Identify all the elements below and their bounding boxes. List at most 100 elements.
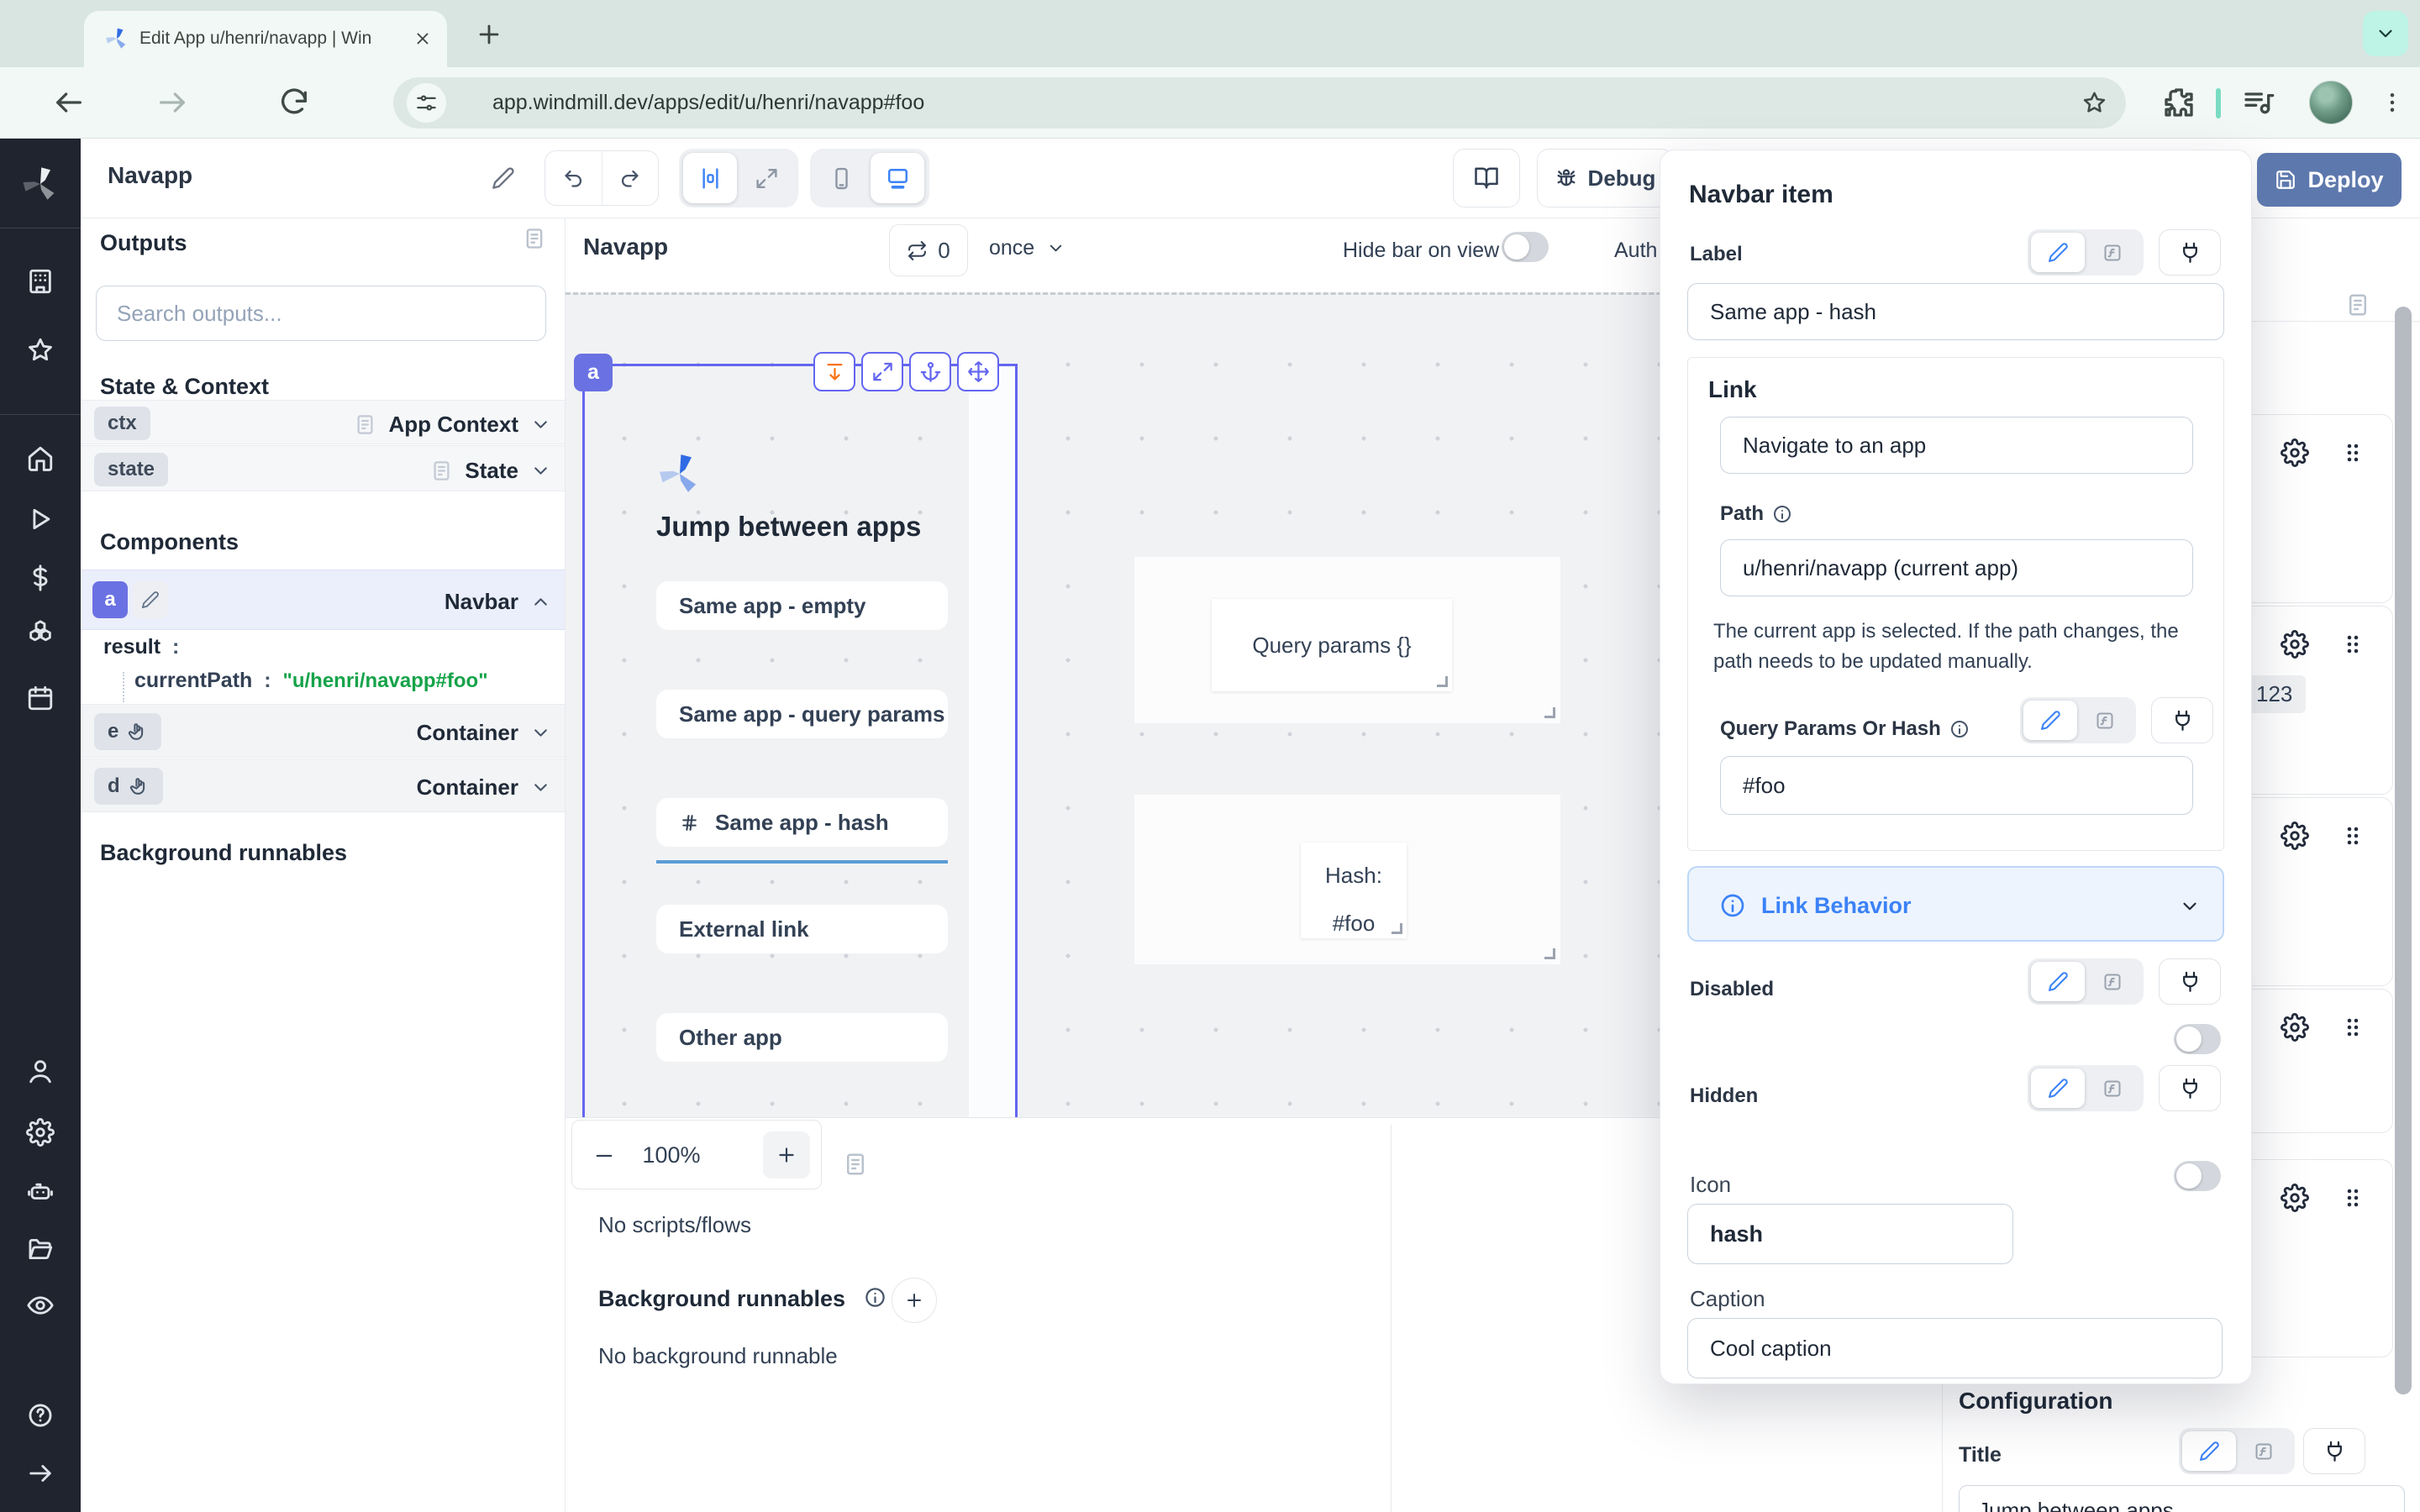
nav-item-2[interactable]: Same app - query params	[656, 690, 948, 738]
path-input[interactable]: u/henri/navapp (current app)	[1720, 539, 2193, 596]
undo-button[interactable]	[545, 151, 602, 205]
browser-menu-icon[interactable]	[2380, 86, 2405, 119]
address-bar[interactable]: app.windmill.dev/apps/edit/u/henri/navap…	[393, 77, 2126, 129]
chevron-down-icon[interactable]	[530, 460, 551, 481]
new-tab-button[interactable]	[475, 20, 503, 49]
link-behavior-collapsible[interactable]: Link Behavior	[1687, 866, 2224, 942]
resize-handle[interactable]	[1544, 707, 1555, 718]
panel-doc-icon[interactable]	[523, 227, 546, 250]
query-connect-button[interactable]	[2151, 697, 2213, 743]
navbar-component-row[interactable]: a Navbar	[81, 570, 565, 630]
container-d-row[interactable]: d Container	[81, 759, 565, 812]
ctx-badge[interactable]: ctx	[94, 407, 150, 440]
nav-item-5[interactable]: Other app	[656, 1013, 948, 1062]
reload-button[interactable]	[277, 86, 311, 119]
fullscreen-layout-button[interactable]	[739, 153, 793, 203]
nav-item-4[interactable]: External link	[656, 905, 948, 953]
expand-down-button[interactable]	[813, 352, 855, 391]
disabled-connect-button[interactable]	[2159, 958, 2221, 1005]
rail-item-eye[interactable]	[26, 1291, 55, 1320]
refresh-mode-select[interactable]: once	[989, 236, 1065, 260]
drag-handle-icon[interactable]	[2339, 1184, 2366, 1211]
selected-navbar-component[interactable]: Jump between apps Same app - emptySame a…	[582, 364, 1018, 1117]
runnables-doc-icon[interactable]	[843, 1152, 868, 1177]
query-params-text-box[interactable]: Query params {}	[1212, 599, 1452, 691]
rail-item-play[interactable]	[26, 505, 55, 533]
gear-icon[interactable]	[2281, 438, 2309, 467]
rail-item-building[interactable]	[26, 267, 55, 296]
state-badge[interactable]: state	[94, 453, 168, 486]
rail-item-person[interactable]	[26, 1057, 55, 1085]
gear-icon[interactable]	[2281, 822, 2309, 850]
fullsize-button[interactable]	[861, 352, 903, 391]
caption-input[interactable]: Cool caption	[1687, 1318, 2223, 1378]
chevron-down-icon[interactable]	[530, 722, 551, 743]
hash-box[interactable]: Hash: #foo	[1134, 795, 1560, 964]
nav-item-1[interactable]: Same app - empty	[656, 581, 948, 630]
rail-item-star[interactable]	[26, 336, 55, 365]
move-button[interactable]	[957, 352, 999, 391]
back-button[interactable]	[52, 86, 86, 119]
title-connect-button[interactable]	[2303, 1428, 2365, 1474]
gear-icon[interactable]	[2281, 630, 2309, 659]
label-textarea[interactable]: Same app - hash	[1687, 283, 2224, 340]
info-icon[interactable]	[864, 1286, 886, 1309]
rail-item-home[interactable]	[26, 444, 55, 473]
query-params-box[interactable]: Query params {}	[1134, 557, 1560, 723]
drag-handle-icon[interactable]	[2339, 1014, 2366, 1041]
function-mode-button[interactable]	[2236, 1441, 2291, 1462]
mobile-view-button[interactable]	[814, 153, 868, 203]
info-icon[interactable]	[1949, 719, 1970, 739]
settings-scrollbar[interactable]	[2395, 307, 2412, 1394]
rail-item-gear[interactable]	[26, 1118, 55, 1147]
edit-component-button[interactable]	[133, 581, 168, 618]
rail-item-robot[interactable]	[26, 1177, 55, 1205]
icon-input[interactable]: hash	[1687, 1204, 2013, 1264]
rail-item-arrow-right[interactable]	[26, 1459, 55, 1488]
container-e-row[interactable]: e Container	[81, 704, 565, 758]
rail-item-calendar[interactable]	[26, 684, 55, 712]
refresh-count-button[interactable]: 0	[889, 224, 968, 276]
forward-button[interactable]	[155, 86, 189, 119]
redo-button[interactable]	[602, 151, 659, 205]
search-outputs-input[interactable]: Search outputs...	[96, 286, 546, 341]
drag-handle-icon[interactable]	[2339, 822, 2366, 849]
settings-doc-icon[interactable]	[2345, 292, 2370, 318]
function-mode-button[interactable]	[2085, 1079, 2140, 1099]
info-icon[interactable]	[1772, 504, 1792, 524]
deploy-button[interactable]: Deploy	[2257, 153, 2402, 207]
resize-handle[interactable]	[1437, 676, 1448, 687]
component-a-badge[interactable]: a	[92, 581, 128, 618]
nav-item-3[interactable]: Same app - hash	[656, 798, 948, 847]
rail-item-folder[interactable]	[26, 1235, 55, 1263]
desktop-view-button[interactable]	[871, 153, 924, 203]
site-settings-button[interactable]	[407, 83, 446, 123]
static-mode-button[interactable]	[2031, 962, 2085, 1001]
chevron-down-icon[interactable]	[530, 414, 551, 435]
docs-button[interactable]	[1453, 149, 1520, 207]
hidden-connect-button[interactable]	[2159, 1065, 2221, 1111]
component-id-badge[interactable]: a	[574, 354, 613, 391]
current-path-row[interactable]: currentPath : "u/henri/navapp#foo"	[134, 669, 488, 693]
browser-tab[interactable]: Edit App u/henri/navapp | Win	[84, 11, 447, 67]
resize-handle[interactable]	[1392, 923, 1402, 934]
gear-icon[interactable]	[2281, 1184, 2309, 1212]
link-type-select[interactable]: Navigate to an app	[1720, 417, 2193, 474]
hidden-toggle[interactable]	[2174, 1161, 2221, 1191]
function-mode-button[interactable]	[2077, 711, 2133, 731]
label-connect-button[interactable]	[2159, 229, 2221, 276]
hide-bar-toggle[interactable]	[1502, 232, 1549, 262]
drag-handle-icon[interactable]	[2339, 631, 2366, 658]
state-row[interactable]: state State	[81, 445, 565, 491]
drag-handle-icon[interactable]	[2339, 439, 2366, 466]
add-bg-runnable-button[interactable]	[892, 1278, 937, 1323]
windmill-logo[interactable]	[20, 164, 60, 204]
resize-handle[interactable]	[1544, 948, 1555, 959]
centered-layout-button[interactable]	[683, 153, 737, 203]
edit-title-icon[interactable]	[492, 166, 515, 190]
hash-text-box[interactable]: Hash: #foo	[1301, 843, 1407, 938]
url-text[interactable]: app.windmill.dev/apps/edit/u/henri/navap…	[492, 91, 924, 115]
container-d-badge[interactable]: d	[94, 768, 163, 805]
rail-item-dollar[interactable]	[26, 564, 55, 592]
ctx-row[interactable]: ctx App Context	[81, 400, 565, 444]
